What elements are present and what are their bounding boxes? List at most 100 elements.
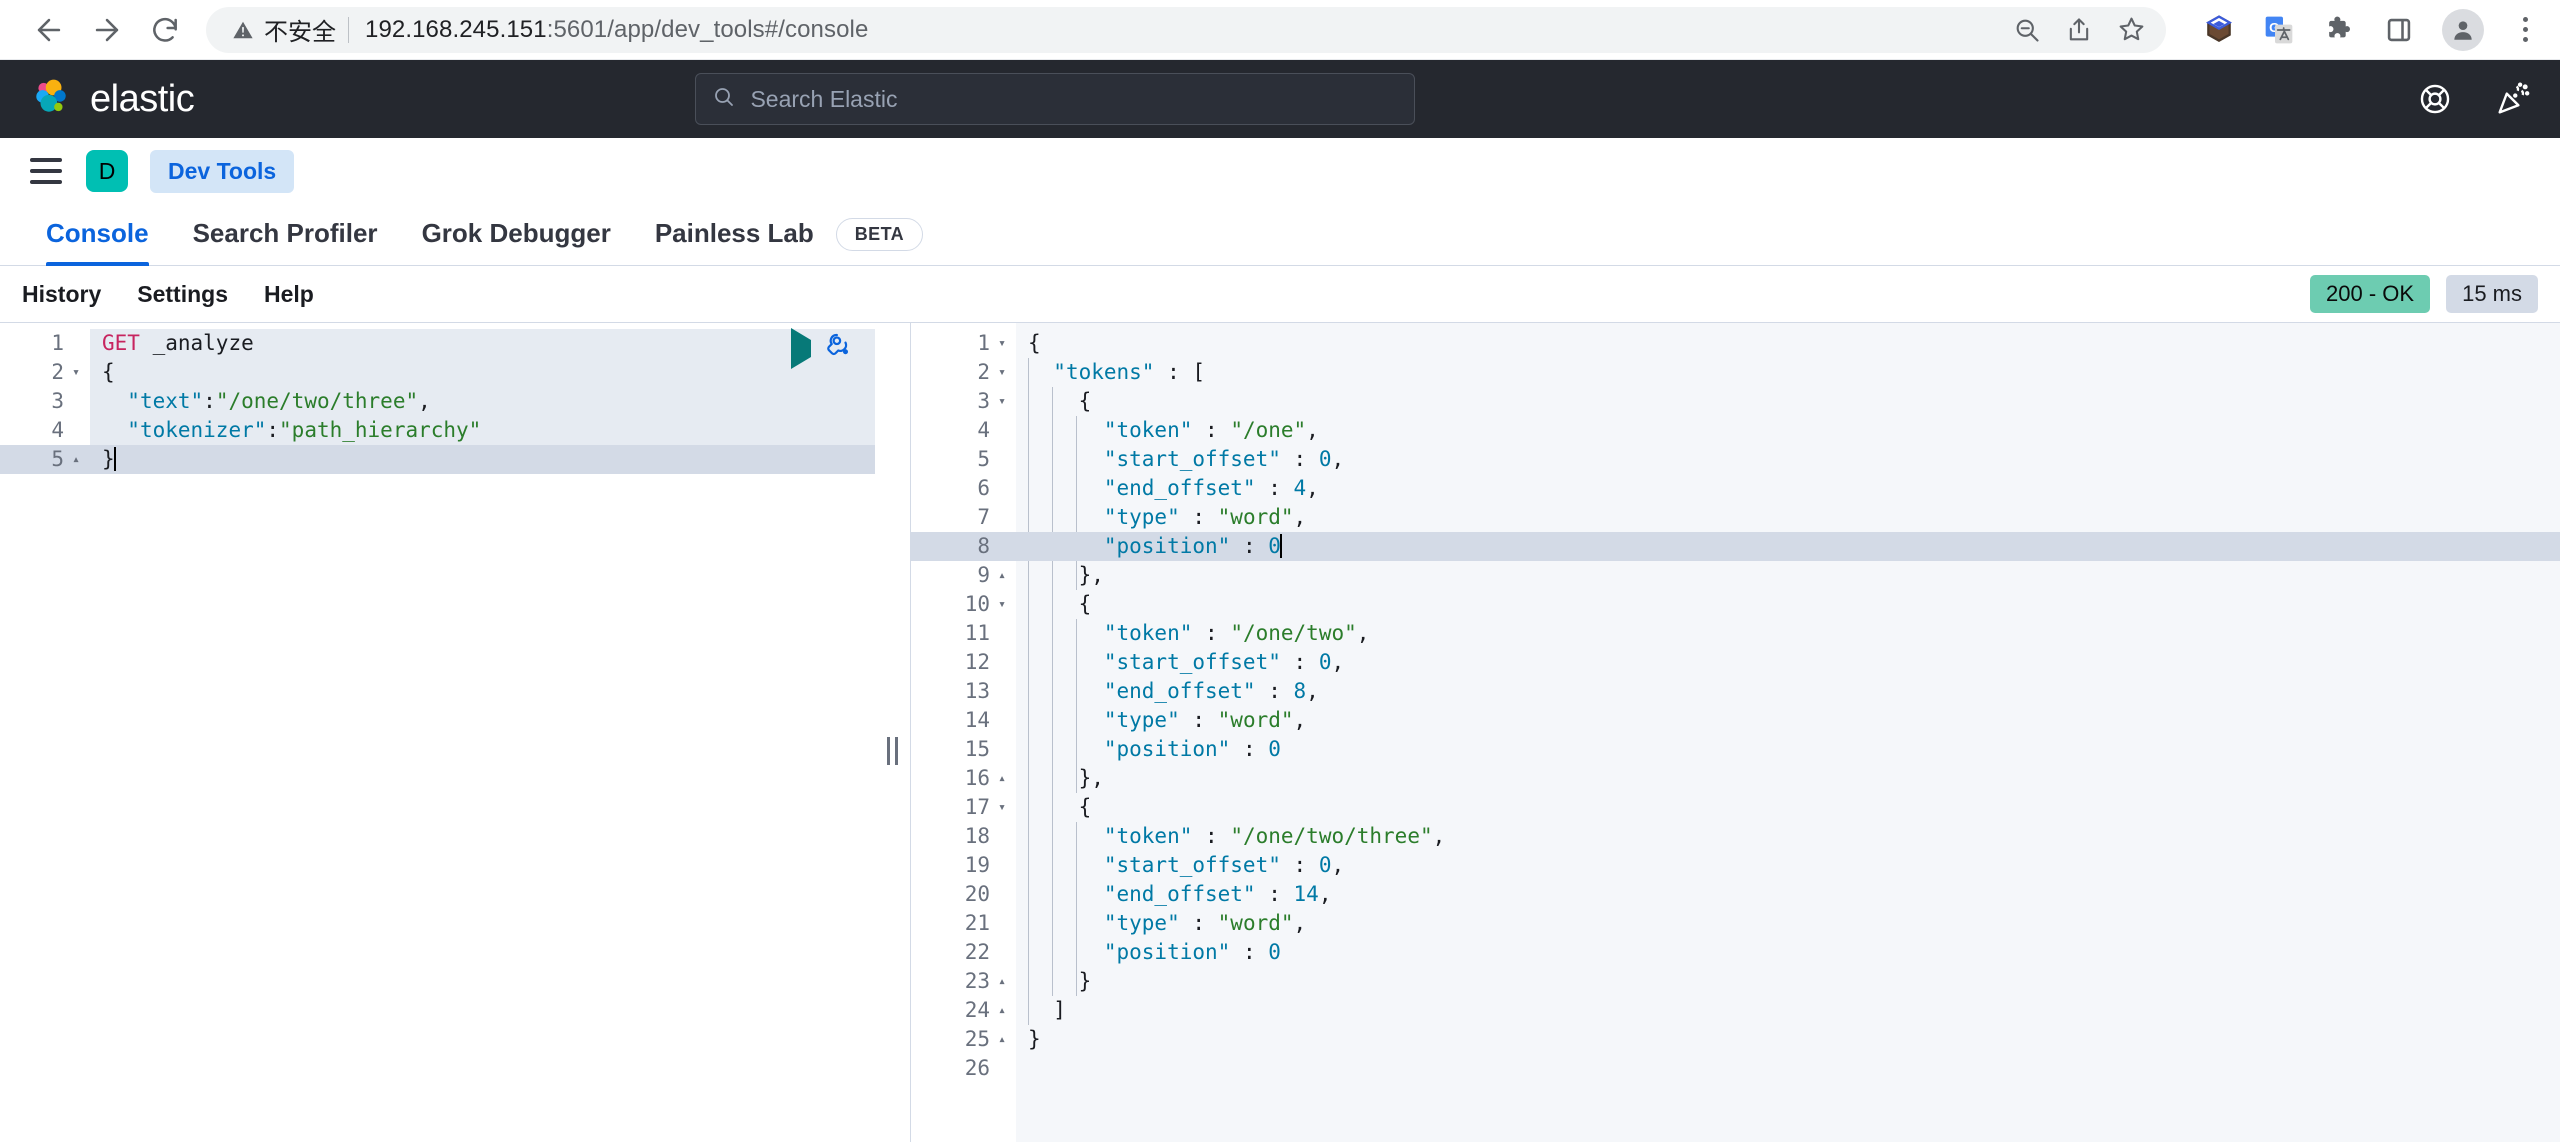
space-avatar[interactable]: D: [86, 150, 128, 192]
fold-collapse-icon[interactable]: ▾: [996, 801, 1008, 814]
history-button[interactable]: History: [22, 281, 101, 308]
response-line-number[interactable]: 5▾: [911, 445, 1016, 474]
response-line-number[interactable]: 7▾: [911, 503, 1016, 532]
response-code-line[interactable]: "start_offset" : 0,: [1016, 851, 2560, 880]
fold-collapse-icon[interactable]: ▾: [996, 395, 1008, 408]
party-popper-icon[interactable]: [2496, 82, 2530, 116]
tab-grok-debugger[interactable]: Grok Debugger: [400, 218, 633, 265]
splitter-grip-icon[interactable]: [887, 737, 898, 765]
response-line-number[interactable]: 20▾: [911, 880, 1016, 909]
response-code-line[interactable]: {: [1016, 793, 2560, 822]
response-line-number[interactable]: 12▾: [911, 648, 1016, 677]
request-code-line[interactable]: }: [90, 445, 875, 474]
fold-expand-icon[interactable]: ▴: [996, 1033, 1008, 1046]
response-line-number[interactable]: 14▾: [911, 706, 1016, 735]
tab-painless-lab[interactable]: Painless Lab: [633, 218, 836, 265]
response-line-number[interactable]: 11▾: [911, 619, 1016, 648]
response-code-line[interactable]: "token" : "/one/two/three",: [1016, 822, 2560, 851]
tab-console[interactable]: Console: [24, 218, 171, 265]
response-code-line[interactable]: {: [1016, 329, 2560, 358]
response-line-number[interactable]: 26▾: [911, 1054, 1016, 1083]
response-code-line[interactable]: {: [1016, 387, 2560, 416]
request-line-number[interactable]: 3▾: [0, 387, 90, 416]
global-search-input[interactable]: Search Elastic: [695, 73, 1415, 125]
response-line-number[interactable]: 13▾: [911, 677, 1016, 706]
fold-expand-icon[interactable]: ▴: [996, 975, 1008, 988]
response-code-line[interactable]: "position" : 0: [1016, 938, 2560, 967]
fold-expand-icon[interactable]: ▴: [996, 1004, 1008, 1017]
response-line-number[interactable]: 18▾: [911, 822, 1016, 851]
response-code-line[interactable]: "type" : "word",: [1016, 706, 2560, 735]
response-code-line[interactable]: "token" : "/one/two",: [1016, 619, 2560, 648]
request-gutter[interactable]: 1▾2▾3▾4▾5▴: [0, 323, 90, 1142]
address-bar[interactable]: 不安全 192.168.245.151:5601/app/dev_tools#/…: [206, 7, 2166, 53]
hamburger-menu-icon[interactable]: [24, 158, 64, 184]
response-line-number[interactable]: 19▾: [911, 851, 1016, 880]
settings-button[interactable]: Settings: [137, 281, 228, 308]
tab-search-profiler[interactable]: Search Profiler: [171, 218, 400, 265]
response-code-line[interactable]: }: [1016, 967, 2560, 996]
request-line-number[interactable]: 4▾: [0, 416, 90, 445]
request-code-line[interactable]: "text":"/one/two/three",: [90, 387, 875, 416]
response-line-number[interactable]: 6▾: [911, 474, 1016, 503]
response-code-line[interactable]: ]: [1016, 996, 2560, 1025]
response-code-line[interactable]: "type" : "word",: [1016, 503, 2560, 532]
response-line-number[interactable]: 24▴: [911, 996, 1016, 1025]
response-editor[interactable]: 1▾2▾3▾4▾5▾6▾7▾8▾9▴10▾11▾12▾13▾14▾15▾16▴1…: [910, 323, 2560, 1142]
extension-cube-icon[interactable]: [2202, 13, 2236, 47]
response-line-number[interactable]: 25▴: [911, 1025, 1016, 1054]
request-code-line[interactable]: GET _analyze: [90, 329, 875, 358]
elastic-brand[interactable]: elastic: [30, 76, 194, 123]
back-arrow-icon[interactable]: [20, 1, 78, 59]
response-line-number[interactable]: 4▾: [911, 416, 1016, 445]
fold-collapse-icon[interactable]: ▾: [70, 366, 82, 379]
request-options-wrench-icon[interactable]: [825, 331, 855, 366]
response-line-number[interactable]: 23▴: [911, 967, 1016, 996]
response-code-line[interactable]: "end_offset" : 4,: [1016, 474, 2560, 503]
response-line-number[interactable]: 2▾: [911, 358, 1016, 387]
puzzle-extensions-icon[interactable]: [2322, 13, 2356, 47]
fold-expand-icon[interactable]: ▴: [70, 453, 82, 466]
response-code-line[interactable]: },: [1016, 561, 2560, 590]
request-code-line[interactable]: {: [90, 358, 875, 387]
response-code-line[interactable]: "start_offset" : 0,: [1016, 648, 2560, 677]
response-code-line[interactable]: [1016, 1054, 2560, 1083]
response-line-number[interactable]: 15▾: [911, 735, 1016, 764]
life-ring-help-icon[interactable]: [2418, 82, 2452, 116]
response-code-area[interactable]: { "tokens" : [ { "token" : "/one", "star…: [1016, 323, 2560, 1142]
request-line-number[interactable]: 1▾: [0, 329, 90, 358]
response-line-number[interactable]: 3▾: [911, 387, 1016, 416]
chrome-menu-kebab-icon[interactable]: [2510, 17, 2540, 42]
fold-collapse-icon[interactable]: ▾: [996, 598, 1008, 611]
request-line-number[interactable]: 2▾: [0, 358, 90, 387]
breadcrumb-dev-tools[interactable]: Dev Tools: [150, 150, 294, 193]
reload-icon[interactable]: [136, 1, 194, 59]
forward-arrow-icon[interactable]: [78, 1, 136, 59]
response-line-number[interactable]: 16▴: [911, 764, 1016, 793]
response-code-line[interactable]: }: [1016, 1025, 2560, 1054]
editor-splitter[interactable]: [875, 323, 910, 1142]
response-line-number[interactable]: 1▾: [911, 329, 1016, 358]
response-code-line[interactable]: {: [1016, 590, 2560, 619]
response-line-number[interactable]: 21▾: [911, 909, 1016, 938]
response-code-line[interactable]: "token" : "/one",: [1016, 416, 2560, 445]
response-code-line[interactable]: "position" : 0: [1016, 532, 2560, 561]
response-gutter[interactable]: 1▾2▾3▾4▾5▾6▾7▾8▾9▴10▾11▾12▾13▾14▾15▾16▴1…: [911, 323, 1016, 1142]
profile-avatar-icon[interactable]: [2442, 9, 2484, 51]
side-panel-icon[interactable]: [2382, 13, 2416, 47]
response-line-number[interactable]: 22▾: [911, 938, 1016, 967]
request-code-area[interactable]: GET _analyze{ "text":"/one/two/three", "…: [90, 323, 875, 1142]
response-code-line[interactable]: "end_offset" : 8,: [1016, 677, 2560, 706]
response-code-line[interactable]: "type" : "word",: [1016, 909, 2560, 938]
response-line-number[interactable]: 9▴: [911, 561, 1016, 590]
fold-collapse-icon[interactable]: ▾: [996, 366, 1008, 379]
request-line-number[interactable]: 5▴: [0, 445, 90, 474]
request-code-line[interactable]: "tokenizer":"path_hierarchy": [90, 416, 875, 445]
response-line-number[interactable]: 17▾: [911, 793, 1016, 822]
response-code-line[interactable]: "tokens" : [: [1016, 358, 2560, 387]
response-code-line[interactable]: "position" : 0: [1016, 735, 2560, 764]
response-line-number[interactable]: 8▾: [911, 532, 1016, 561]
response-code-line[interactable]: "start_offset" : 0,: [1016, 445, 2560, 474]
bookmark-star-icon[interactable]: [2112, 11, 2150, 49]
fold-expand-icon[interactable]: ▴: [996, 569, 1008, 582]
